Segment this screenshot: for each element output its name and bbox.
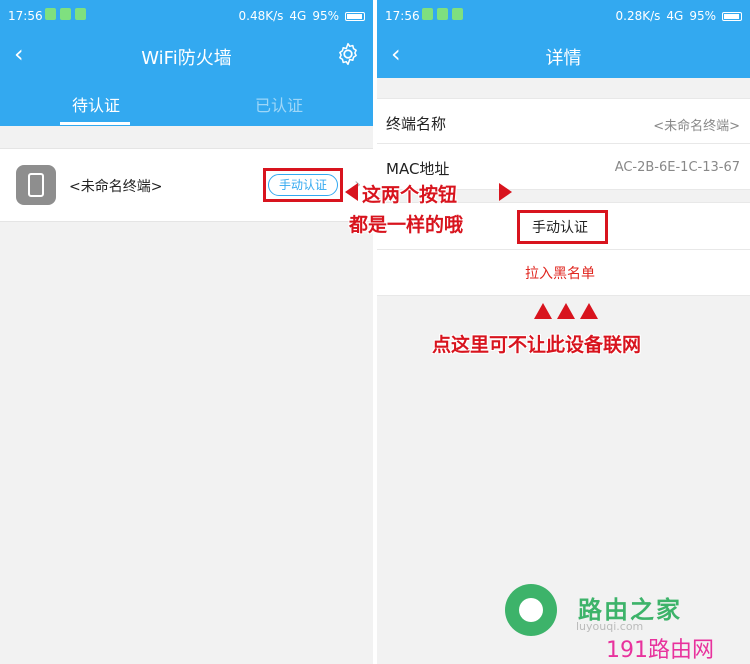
arrow-up-icon [534,303,552,319]
navbar: ‹ WiFi防火墙 [0,32,373,78]
status-bar: 17:56 0.28K/s 4G 95% [377,0,750,32]
tab-pending[interactable]: 待认证 [72,92,120,116]
app-notification-icon [60,8,71,20]
arrow-left-icon [345,183,358,201]
app-notification-icon [45,8,56,20]
arrow-right-icon [499,183,512,201]
detail-label: MAC地址 [386,160,450,178]
network-type: 4G [666,9,684,23]
page-title: 详情 [545,48,582,69]
detail-row-name: 终端名称 <未命名终端> [377,98,750,144]
app-notification-icon [437,8,448,20]
device-phone-icon [16,165,56,205]
status-right: 0.28K/s 4G 95% [615,9,742,23]
app-notification-icon [75,8,86,20]
network-speed: 0.48K/s [238,9,284,23]
brand-logo-icon [505,584,557,636]
detail-value: AC-2B-6E-1C-13-67 [614,160,740,175]
detail-value: <未命名终端> [653,119,740,134]
notification-icons [422,8,463,20]
device-name: <未命名终端> [69,179,163,195]
tab-bar: 待认证 已认证 [0,78,373,126]
navbar: ‹ 详情 [377,32,750,78]
annotation-text: 这两个按钮 [362,184,458,206]
status-time: 17:56 [385,9,420,23]
arrow-up-icon [557,303,575,319]
notification-icons [45,8,86,20]
tab-authenticated[interactable]: 已认证 [255,92,303,116]
highlight-box [263,168,343,202]
battery-icon [345,11,365,21]
annotation-text: 点这里可不让此设备联网 [432,334,642,356]
status-right: 0.48K/s 4G 95% [238,9,365,23]
battery-level: 95% [312,9,339,23]
status-time: 17:56 [8,9,43,23]
gear-icon[interactable] [335,41,361,67]
app-notification-icon [422,8,433,20]
status-bar: 17:56 0.48K/s 4G 95% [0,0,373,32]
battery-icon [722,11,742,21]
network-type: 4G [289,9,307,23]
highlight-box [517,210,608,244]
device-list-item[interactable]: <未命名终端> 手动认证 › [0,148,373,222]
firewall-screen: 17:56 0.48K/s 4G 95% ‹ WiFi防火墙 待认证 已认证 <… [0,0,373,664]
active-tab-indicator [60,122,130,125]
page-title: WiFi防火墙 [141,48,232,69]
blacklist-action[interactable]: 拉入黑名单 [377,251,750,297]
watermark-site: 191路由网 [606,638,714,663]
blacklist-label: 拉入黑名单 [525,266,595,282]
app-notification-icon [452,8,463,20]
annotation-text: 都是一样的哦 [349,214,464,236]
detail-label: 终端名称 [386,115,447,133]
battery-level: 95% [689,9,716,23]
arrow-up-icon [580,303,598,319]
network-speed: 0.28K/s [615,9,661,23]
